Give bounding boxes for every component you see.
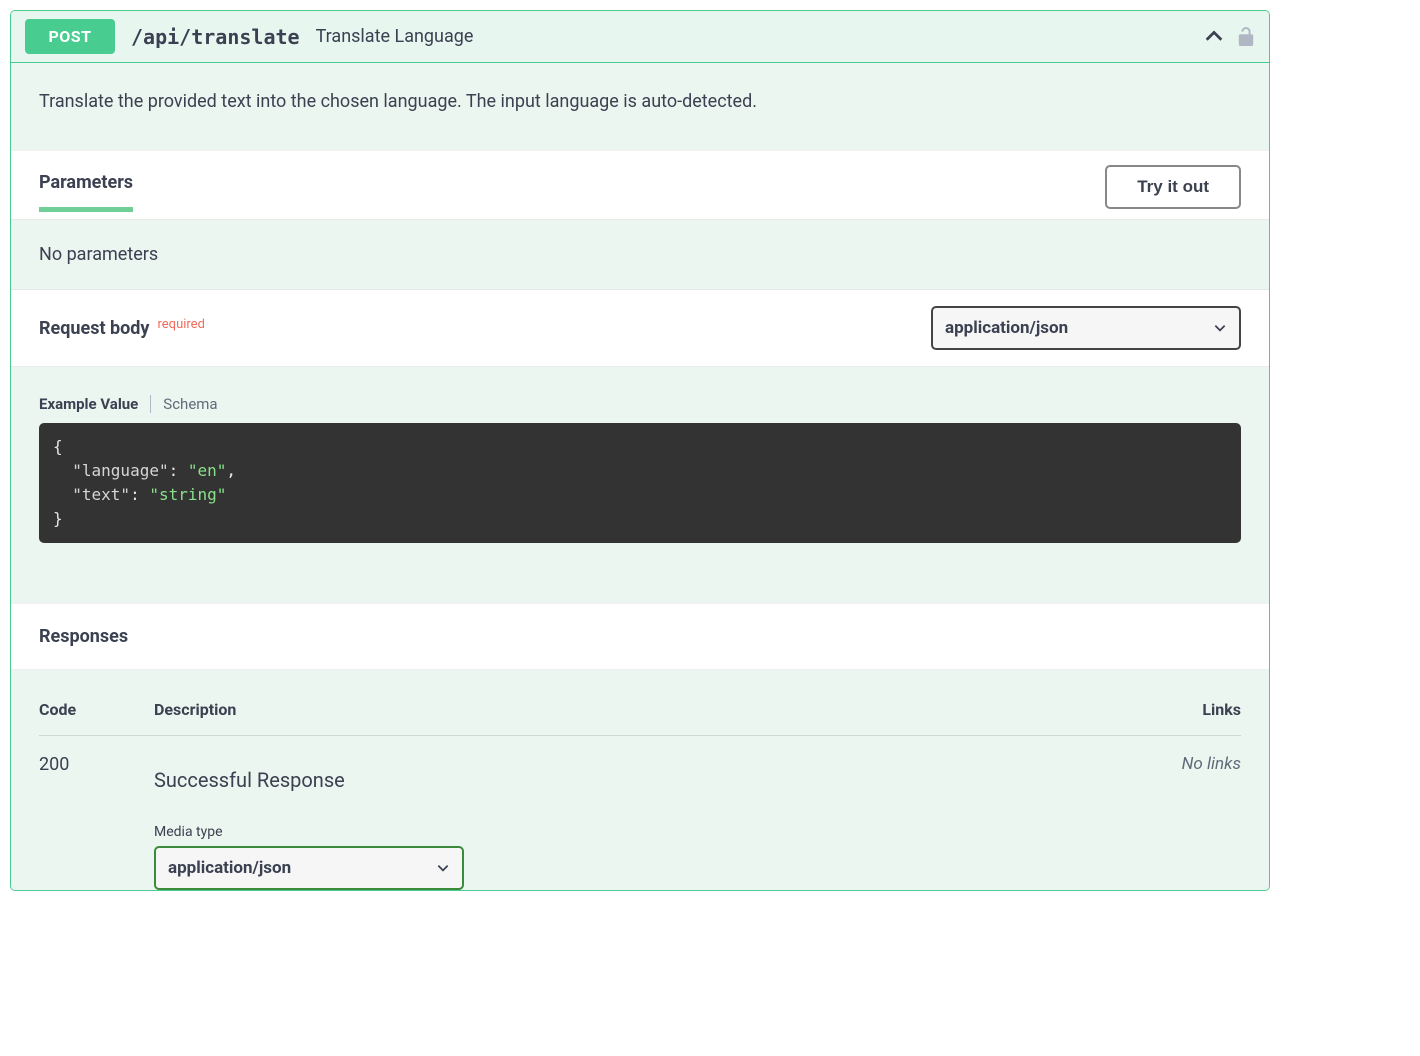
col-description: Description xyxy=(154,700,1141,719)
chevron-down-icon xyxy=(436,861,450,875)
chevron-up-icon[interactable] xyxy=(1203,26,1225,48)
responses-table: Code Description Links 200 Successful Re… xyxy=(11,670,1269,890)
endpoint-path: /api/translate xyxy=(131,25,300,49)
schema-tab[interactable]: Schema xyxy=(151,395,217,413)
response-links: No links xyxy=(1141,754,1241,890)
model-tabs: Example Value Schema xyxy=(39,395,1241,413)
response-media-type-value: application/json xyxy=(168,858,291,878)
operation-block: POST /api/translate Translate Language T… xyxy=(10,10,1270,891)
unlock-icon[interactable] xyxy=(1237,26,1255,48)
http-method-badge: POST xyxy=(25,19,115,54)
response-description-cell: Successful Response Media type applicati… xyxy=(154,754,1141,890)
response-row: 200 Successful Response Media type appli… xyxy=(39,736,1241,890)
operation-header[interactable]: POST /api/translate Translate Language xyxy=(11,11,1269,63)
required-badge: required xyxy=(158,317,205,332)
responses-label: Responses xyxy=(11,603,1269,670)
operation-description: Translate the provided text into the cho… xyxy=(11,63,1269,150)
content-type-select[interactable]: application/json xyxy=(931,306,1241,350)
example-value-tab[interactable]: Example Value xyxy=(39,395,151,413)
example-json[interactable]: { "language": "en", "text": "string" } xyxy=(39,423,1241,543)
response-code: 200 xyxy=(39,754,154,890)
endpoint-summary: Translate Language xyxy=(316,26,474,47)
chevron-down-icon xyxy=(1213,321,1227,335)
col-code: Code xyxy=(39,700,154,719)
content-type-value: application/json xyxy=(945,318,1068,338)
try-it-out-button[interactable]: Try it out xyxy=(1105,165,1241,209)
response-media-type-select[interactable]: application/json xyxy=(154,846,464,890)
media-type-label: Media type xyxy=(154,824,1141,840)
response-description: Successful Response xyxy=(154,768,1141,792)
request-body-example-section: Example Value Schema { "language": "en",… xyxy=(11,367,1269,603)
parameters-bar: Parameters Try it out xyxy=(11,150,1269,220)
request-body-label: Request body xyxy=(39,318,150,339)
request-body-bar: Request body required application/json xyxy=(11,290,1269,367)
no-parameters-text: No parameters xyxy=(11,220,1269,290)
responses-table-head: Code Description Links xyxy=(39,700,1241,736)
parameters-tab[interactable]: Parameters xyxy=(39,172,133,212)
col-links: Links xyxy=(1141,700,1241,719)
